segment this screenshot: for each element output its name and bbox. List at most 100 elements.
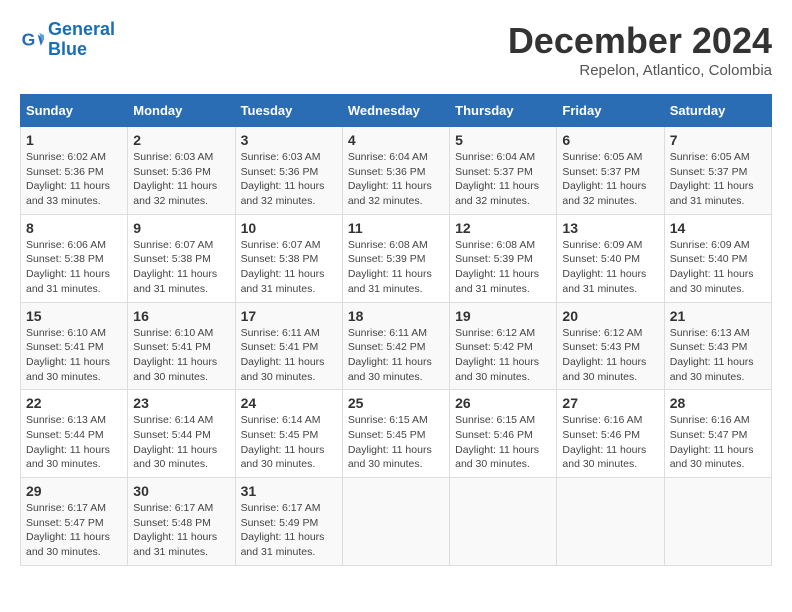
- day-cell: 29Sunrise: 6:17 AMSunset: 5:47 PMDayligh…: [21, 478, 128, 566]
- day-cell: 8 Sunrise: 6:06 AMSunset: 5:38 PMDaylight…: [21, 214, 128, 302]
- day-number: 16: [133, 308, 229, 324]
- day-number: 31: [241, 483, 337, 499]
- day-cell: 6Sunrise: 6:05 AMSunset: 5:37 PMDaylight…: [557, 127, 664, 215]
- logo-line2: Blue: [48, 39, 87, 59]
- day-info: Sunrise: 6:02 AMSunset: 5:36 PMDaylight:…: [26, 150, 122, 209]
- day-number: 11: [348, 220, 444, 236]
- day-number: 1: [26, 132, 122, 148]
- day-info: Sunrise: 6:05 AMSunset: 5:37 PMDaylight:…: [670, 150, 766, 209]
- day-number: 28: [670, 395, 766, 411]
- day-info: Sunrise: 6:08 AMSunset: 5:39 PMDaylight:…: [455, 238, 551, 297]
- day-number: 25: [348, 395, 444, 411]
- logo-icon: G: [20, 28, 44, 52]
- day-cell: 2Sunrise: 6:03 AMSunset: 5:36 PMDaylight…: [128, 127, 235, 215]
- day-info: Sunrise: 6:14 AMSunset: 5:45 PMDaylight:…: [241, 413, 337, 472]
- day-info: Sunrise: 6:10 AMSunset: 5:41 PMDaylight:…: [133, 326, 229, 385]
- col-header-saturday: Saturday: [664, 95, 771, 127]
- day-number: 10: [241, 220, 337, 236]
- col-header-tuesday: Tuesday: [235, 95, 342, 127]
- day-cell: 18 Sunrise: 6:11 AMSunset: 5:42 PMDayligh…: [342, 302, 449, 390]
- day-number: 12: [455, 220, 551, 236]
- day-number: 19: [455, 308, 551, 324]
- day-cell: 7 Sunrise: 6:05 AMSunset: 5:37 PMDaylight…: [664, 127, 771, 215]
- day-number: 17: [241, 308, 337, 324]
- day-number: 18: [348, 308, 444, 324]
- day-info: Sunrise: 6:04 AMSunset: 5:36 PMDaylight:…: [348, 150, 444, 209]
- day-number: 13: [562, 220, 658, 236]
- logo-text: General Blue: [48, 20, 115, 60]
- col-header-thursday: Thursday: [450, 95, 557, 127]
- day-number: 7: [670, 132, 766, 148]
- day-cell: 3Sunrise: 6:03 AMSunset: 5:36 PMDaylight…: [235, 127, 342, 215]
- col-header-sunday: Sunday: [21, 95, 128, 127]
- day-cell: 15Sunrise: 6:10 AMSunset: 5:41 PMDayligh…: [21, 302, 128, 390]
- day-cell: 28 Sunrise: 6:16 AMSunset: 5:47 PMDayligh…: [664, 390, 771, 478]
- day-info: Sunrise: 6:09 AMSunset: 5:40 PMDaylight:…: [562, 238, 658, 297]
- day-cell: 24 Sunrise: 6:14 AMSunset: 5:45 PMDayligh…: [235, 390, 342, 478]
- day-cell: 12 Sunrise: 6:08 AMSunset: 5:39 PMDayligh…: [450, 214, 557, 302]
- day-cell: 5 Sunrise: 6:04 AMSunset: 5:37 PMDaylight…: [450, 127, 557, 215]
- title-block: December 2024 Repelon, Atlantico, Colomb…: [508, 20, 772, 79]
- day-info: Sunrise: 6:11 AMSunset: 5:42 PMDaylight:…: [348, 326, 444, 385]
- day-cell: [342, 478, 449, 566]
- day-cell: 25 Sunrise: 6:15 AMSunset: 5:45 PMDayligh…: [342, 390, 449, 478]
- day-cell: 9 Sunrise: 6:07 AMSunset: 5:38 PMDaylight…: [128, 214, 235, 302]
- location-subtitle: Repelon, Atlantico, Colombia: [508, 62, 772, 79]
- day-cell: 17 Sunrise: 6:11 AMSunset: 5:41 PMDayligh…: [235, 302, 342, 390]
- day-info: Sunrise: 6:07 AMSunset: 5:38 PMDaylight:…: [241, 238, 337, 297]
- day-number: 23: [133, 395, 229, 411]
- week-row-4: 22Sunrise: 6:13 AMSunset: 5:44 PMDayligh…: [21, 390, 772, 478]
- col-header-monday: Monday: [128, 95, 235, 127]
- day-cell: 31 Sunrise: 6:17 AMSunset: 5:49 PMDayligh…: [235, 478, 342, 566]
- day-number: 21: [670, 308, 766, 324]
- day-info: Sunrise: 6:11 AMSunset: 5:41 PMDaylight:…: [241, 326, 337, 385]
- day-info: Sunrise: 6:14 AMSunset: 5:44 PMDaylight:…: [133, 413, 229, 472]
- day-number: 24: [241, 395, 337, 411]
- day-info: Sunrise: 6:12 AMSunset: 5:42 PMDaylight:…: [455, 326, 551, 385]
- day-number: 14: [670, 220, 766, 236]
- day-number: 26: [455, 395, 551, 411]
- day-cell: 1 Sunrise: 6:02 AMSunset: 5:36 PMDaylight…: [21, 127, 128, 215]
- day-cell: 22Sunrise: 6:13 AMSunset: 5:44 PMDayligh…: [21, 390, 128, 478]
- logo-line1: General: [48, 19, 115, 39]
- day-cell: 23 Sunrise: 6:14 AMSunset: 5:44 PMDayligh…: [128, 390, 235, 478]
- day-cell: 20Sunrise: 6:12 AMSunset: 5:43 PMDayligh…: [557, 302, 664, 390]
- day-info: Sunrise: 6:16 AMSunset: 5:47 PMDaylight:…: [670, 413, 766, 472]
- day-number: 15: [26, 308, 122, 324]
- day-cell: 11 Sunrise: 6:08 AMSunset: 5:39 PMDayligh…: [342, 214, 449, 302]
- week-row-5: 29Sunrise: 6:17 AMSunset: 5:47 PMDayligh…: [21, 478, 772, 566]
- day-info: Sunrise: 6:04 AMSunset: 5:37 PMDaylight:…: [455, 150, 551, 209]
- day-cell: 27 Sunrise: 6:16 AMSunset: 5:46 PMDayligh…: [557, 390, 664, 478]
- day-number: 27: [562, 395, 658, 411]
- day-number: 20: [562, 308, 658, 324]
- calendar-table: SundayMondayTuesdayWednesdayThursdayFrid…: [20, 94, 772, 566]
- day-info: Sunrise: 6:06 AMSunset: 5:38 PMDaylight:…: [26, 238, 122, 297]
- day-info: Sunrise: 6:17 AMSunset: 5:48 PMDaylight:…: [133, 501, 229, 560]
- page-header: G General Blue December 2024 Repelon, At…: [20, 20, 772, 79]
- week-row-2: 8 Sunrise: 6:06 AMSunset: 5:38 PMDaylight…: [21, 214, 772, 302]
- logo: G General Blue: [20, 20, 115, 60]
- day-info: Sunrise: 6:09 AMSunset: 5:40 PMDaylight:…: [670, 238, 766, 297]
- day-cell: 30Sunrise: 6:17 AMSunset: 5:48 PMDayligh…: [128, 478, 235, 566]
- day-cell: 19 Sunrise: 6:12 AMSunset: 5:42 PMDayligh…: [450, 302, 557, 390]
- day-number: 3: [241, 132, 337, 148]
- day-number: 9: [133, 220, 229, 236]
- day-number: 6: [562, 132, 658, 148]
- day-number: 29: [26, 483, 122, 499]
- day-cell: 4Sunrise: 6:04 AMSunset: 5:36 PMDaylight…: [342, 127, 449, 215]
- day-info: Sunrise: 6:15 AMSunset: 5:46 PMDaylight:…: [455, 413, 551, 472]
- month-title: December 2024: [508, 20, 772, 62]
- day-info: Sunrise: 6:07 AMSunset: 5:38 PMDaylight:…: [133, 238, 229, 297]
- day-info: Sunrise: 6:15 AMSunset: 5:45 PMDaylight:…: [348, 413, 444, 472]
- day-info: Sunrise: 6:13 AMSunset: 5:43 PMDaylight:…: [670, 326, 766, 385]
- day-info: Sunrise: 6:17 AMSunset: 5:49 PMDaylight:…: [241, 501, 337, 560]
- day-cell: [557, 478, 664, 566]
- day-info: Sunrise: 6:16 AMSunset: 5:46 PMDaylight:…: [562, 413, 658, 472]
- day-cell: [450, 478, 557, 566]
- day-number: 5: [455, 132, 551, 148]
- day-cell: 14 Sunrise: 6:09 AMSunset: 5:40 PMDayligh…: [664, 214, 771, 302]
- day-info: Sunrise: 6:08 AMSunset: 5:39 PMDaylight:…: [348, 238, 444, 297]
- day-number: 8: [26, 220, 122, 236]
- week-row-1: 1 Sunrise: 6:02 AMSunset: 5:36 PMDaylight…: [21, 127, 772, 215]
- day-cell: 10 Sunrise: 6:07 AMSunset: 5:38 PMDayligh…: [235, 214, 342, 302]
